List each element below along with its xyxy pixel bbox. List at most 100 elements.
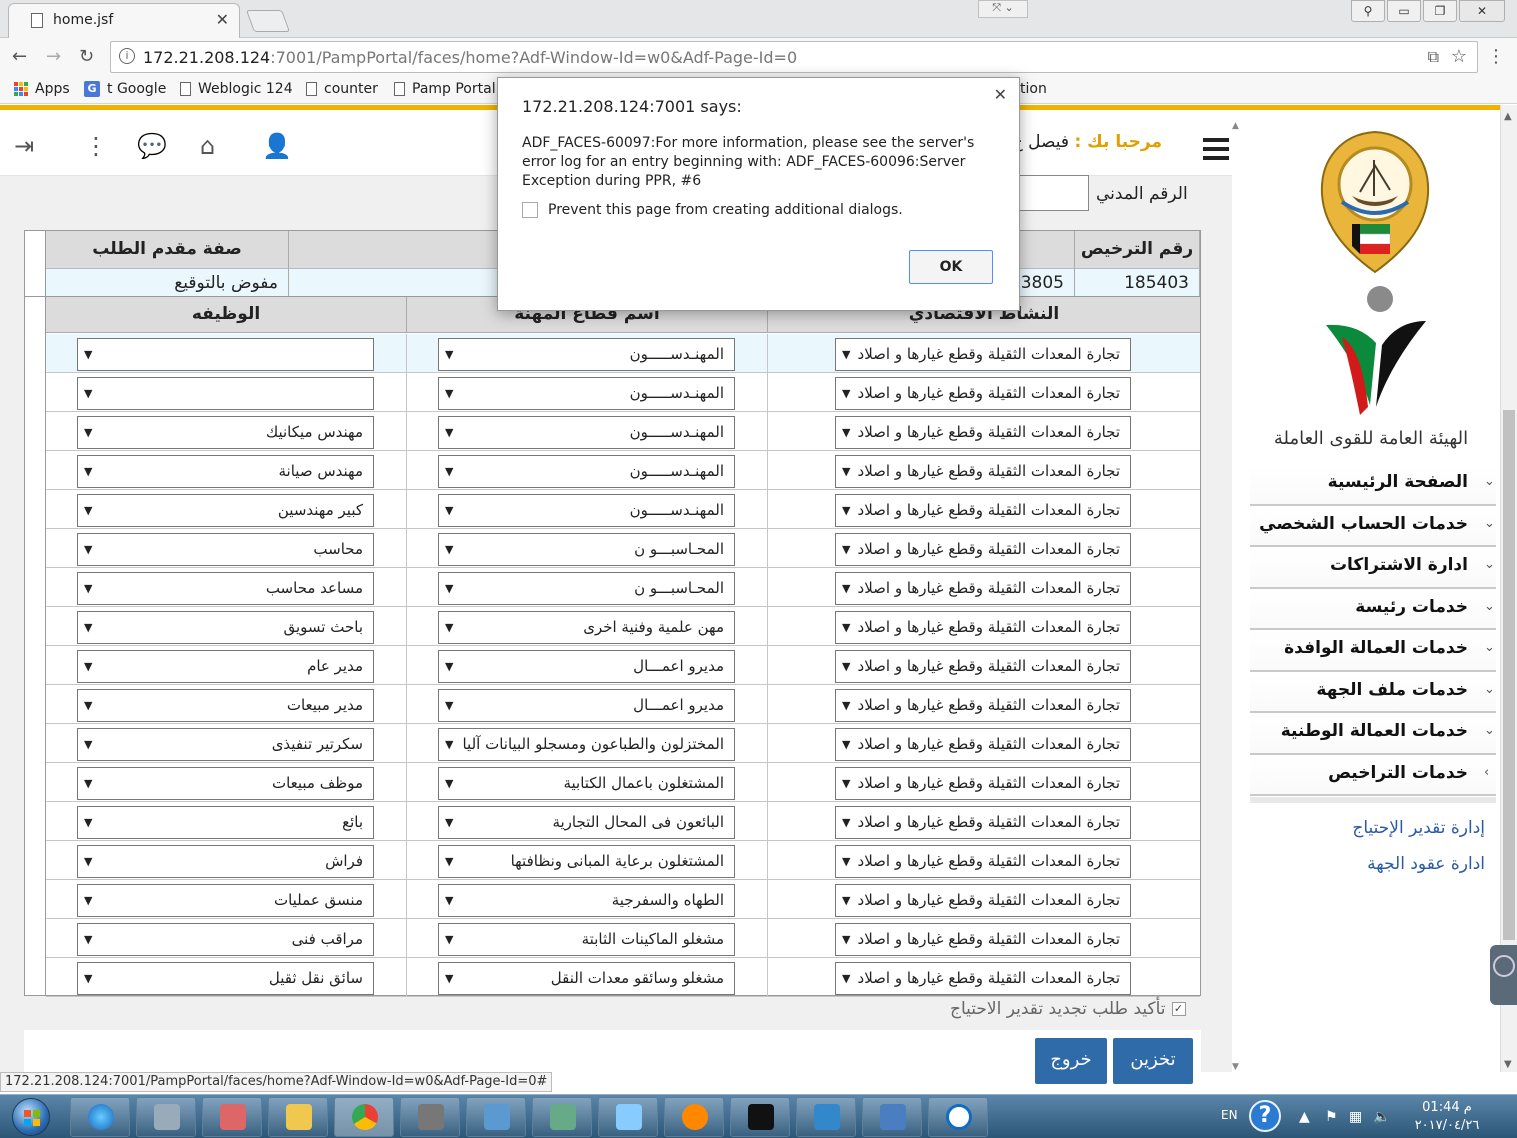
dropdown-arrow-icon[interactable]: ▼ xyxy=(445,378,453,409)
minimize-button[interactable]: ▭ xyxy=(1387,0,1421,22)
job-dropdown[interactable]: مدير مبيعات ▼ xyxy=(77,689,374,722)
dropdown-arrow-icon[interactable]: ▼ xyxy=(84,963,92,994)
taskbar-app-cmd[interactable] xyxy=(730,1097,790,1137)
taskbar-app-snipping[interactable] xyxy=(202,1097,262,1137)
activity-dropdown[interactable]: تجارة المعدات الثقيلة وقطع غيارها و اصلا… xyxy=(835,455,1131,488)
bookmark-pamp-portal[interactable]: Pamp Portal xyxy=(394,81,496,97)
exit-button[interactable]: خروج xyxy=(1035,1038,1107,1084)
close-tab-icon[interactable]: ✕ xyxy=(216,10,229,29)
sector-dropdown[interactable]: مديرو اعمـــال ▼ xyxy=(438,689,735,722)
table-row[interactable]: مراقب فنى ▼ مشغلو الماكينات الثابتة ▼ تجارة … xyxy=(46,919,1200,958)
translate-icon[interactable]: ⧉ xyxy=(1428,47,1439,67)
bookmark-counter[interactable]: counter xyxy=(306,81,378,97)
job-dropdown[interactable]: منسق عمليات ▼ xyxy=(77,884,374,917)
job-dropdown[interactable]: سكرتير تنفيذى ▼ xyxy=(77,728,374,761)
activity-dropdown[interactable]: تجارة المعدات الثقيلة وقطع غيارها و اصلا… xyxy=(835,377,1131,410)
save-button[interactable]: تخزين xyxy=(1113,1038,1193,1084)
dropdown-arrow-icon[interactable]: ▼ xyxy=(84,846,92,877)
sector-dropdown[interactable]: المهنـدســـــون ▼ xyxy=(438,416,735,449)
taskbar-app-image[interactable] xyxy=(466,1097,526,1137)
taskbar-app-network[interactable] xyxy=(796,1097,856,1137)
activity-dropdown[interactable]: تجارة المعدات الثقيلة وقطع غيارها و اصلا… xyxy=(835,962,1131,995)
sidebar-item-6[interactable]: خدمات العمالة الوطنية ⌄ xyxy=(1250,713,1496,755)
logout-icon[interactable]: ⇥ xyxy=(14,132,34,160)
scroll-down-icon[interactable]: ▼ xyxy=(1232,1062,1239,1072)
table-row[interactable]: منسق عمليات ▼ الطهاه والسفرجية ▼ تجارة المعد… xyxy=(46,880,1200,919)
confirm-renewal[interactable]: ✓ تأكيد طلب تجديد تقدير الاحتياج xyxy=(950,999,1186,1019)
dropdown-arrow-icon[interactable]: ▼ xyxy=(445,924,453,955)
table-row[interactable]: مهندس ميكانيك ▼ المهنـدســـــون ▼ تجارة المع… xyxy=(46,412,1200,451)
table-row[interactable]: ▼ المهنـدســـــون ▼ تجارة المعدات الثقيلة و… xyxy=(46,334,1200,373)
table-row[interactable]: كبير مهندسين ▼ المهنـدســـــون ▼ تجارة المعد… xyxy=(46,490,1200,529)
dropdown-arrow-icon[interactable]: ▼ xyxy=(445,729,453,760)
sidebar-item-3[interactable]: خدمات رئيسة ⌄ xyxy=(1250,588,1496,630)
activity-dropdown[interactable]: تجارة المعدات الثقيلة وقطع غيارها و اصلا… xyxy=(835,494,1131,527)
reload-icon[interactable]: ↻ xyxy=(79,46,94,67)
dropdown-arrow-icon[interactable]: ▼ xyxy=(445,846,453,877)
volume-icon[interactable]: 🔈 xyxy=(1373,1109,1390,1125)
dropdown-arrow-icon[interactable]: ▼ xyxy=(842,339,850,370)
browser-menu-icon[interactable]: ⋮ xyxy=(1487,46,1505,67)
dropdown-arrow-icon[interactable]: ▼ xyxy=(445,534,453,565)
dropdown-arrow-icon[interactable]: ▼ xyxy=(445,456,453,487)
taskbar-app-teamviewer[interactable] xyxy=(928,1097,988,1137)
more-options-icon[interactable]: ⋮ xyxy=(84,132,108,160)
back-icon[interactable]: ← xyxy=(12,46,27,67)
sidebar-link-needs-assessment[interactable]: إدارة تقدير الإحتياج xyxy=(1352,818,1485,838)
taskbar-app-notepad[interactable] xyxy=(598,1097,658,1137)
prevent-dialogs-option[interactable]: Prevent this page from creating addition… xyxy=(522,202,903,218)
scroll-down-icon[interactable]: ▼ xyxy=(1504,1059,1512,1070)
table-row[interactable]: سكرتير تنفيذى ▼ المختزلون والطباعون ومسجلو… xyxy=(46,724,1200,763)
sidebar-item-4[interactable]: خدمات العمالة الوافدة ⌄ xyxy=(1250,630,1496,672)
table-row[interactable]: محاسب ▼ المحـاسبـــو ن ▼ تجارة المعدات الثقي… xyxy=(46,529,1200,568)
taskbar-app-database[interactable] xyxy=(136,1097,196,1137)
confirm-checkbox[interactable]: ✓ xyxy=(1171,1002,1186,1016)
prevent-dialogs-checkbox[interactable] xyxy=(522,202,538,218)
sector-dropdown[interactable]: المهنـدســـــون ▼ xyxy=(438,338,735,371)
dropdown-arrow-icon[interactable]: ▼ xyxy=(842,924,850,955)
job-dropdown[interactable]: محاسب ▼ xyxy=(77,533,374,566)
language-indicator[interactable]: EN xyxy=(1221,1108,1238,1122)
activity-dropdown[interactable]: تجارة المعدات الثقيلة وقطع غيارها و اصلا… xyxy=(835,533,1131,566)
sidebar-item-2[interactable]: ادارة الاشتراكات ⌄ xyxy=(1250,547,1496,589)
bookmark-partial[interactable]: tion xyxy=(1020,81,1047,97)
sidebar-item-1[interactable]: خدمات الحساب الشخصي ⌄ xyxy=(1250,505,1496,547)
activity-dropdown[interactable]: تجارة المعدات الثقيلة وقطع غيارها و اصلا… xyxy=(835,416,1131,449)
table-row[interactable]: ▼ المهنـدســـــون ▼ تجارة المعدات الثقيلة و… xyxy=(46,373,1200,412)
activity-dropdown[interactable]: تجارة المعدات الثقيلة وقطع غيارها و اصلا… xyxy=(835,845,1131,878)
dropdown-arrow-icon[interactable]: ▼ xyxy=(84,807,92,838)
taskbar-chrome[interactable] xyxy=(334,1097,394,1137)
activity-dropdown[interactable]: تجارة المعدات الثقيلة وقطع غيارها و اصلا… xyxy=(835,572,1131,605)
bookmark-google[interactable]: G t Google xyxy=(84,81,166,97)
bookmark-weblogic[interactable]: Weblogic 124 xyxy=(180,81,293,97)
sidebar-item-0[interactable]: الصفحة الرئيسية ⌄ xyxy=(1250,464,1496,506)
dropdown-arrow-icon[interactable]: ▼ xyxy=(445,885,453,916)
dropdown-arrow-icon[interactable]: ▼ xyxy=(842,495,850,526)
sector-dropdown[interactable]: المحـاسبـــو ن ▼ xyxy=(438,572,735,605)
browser-tab[interactable]: home.jsf ✕ xyxy=(8,3,240,38)
job-dropdown[interactable]: فراش ▼ xyxy=(77,845,374,878)
sector-dropdown[interactable]: الطهاه والسفرجية ▼ xyxy=(438,884,735,917)
dropdown-arrow-icon[interactable]: ▼ xyxy=(445,690,453,721)
job-dropdown[interactable]: باحث تسويق ▼ xyxy=(77,611,374,644)
table-row[interactable]: فراش ▼ المشتغلون برعاية المبانى ونظافتها ▼ ت… xyxy=(46,841,1200,880)
taskbar-app-media[interactable] xyxy=(664,1097,724,1137)
dropdown-arrow-icon[interactable]: ▼ xyxy=(445,339,453,370)
dropdown-arrow-icon[interactable]: ▼ xyxy=(445,417,453,448)
dropdown-arrow-icon[interactable]: ▼ xyxy=(84,924,92,955)
sector-dropdown[interactable]: المهنـدســـــون ▼ xyxy=(438,455,735,488)
forward-icon[interactable]: → xyxy=(46,46,61,67)
dropdown-arrow-icon[interactable]: ▼ xyxy=(84,417,92,448)
sector-dropdown[interactable]: مشغلو الماكينات الثابتة ▼ xyxy=(438,923,735,956)
bookmark-apps[interactable]: Apps xyxy=(14,81,70,97)
dropdown-arrow-icon[interactable]: ▼ xyxy=(445,963,453,994)
dropdown-arrow-icon[interactable]: ▼ xyxy=(842,378,850,409)
dropdown-arrow-icon[interactable]: ▼ xyxy=(842,534,850,565)
restore-button[interactable]: ❐ xyxy=(1423,0,1457,22)
sector-dropdown[interactable]: مشغلو وسائقو معدات النقل ▼ xyxy=(438,962,735,995)
table-row[interactable]: بائع ▼ البائعون فى المحال التجارية ▼ تجارة ا… xyxy=(46,802,1200,841)
sector-dropdown[interactable]: المختزلون والطباعون ومسجلو البيانات آليا… xyxy=(438,728,735,761)
table-row[interactable]: مساعد محاسب ▼ المحـاسبـــو ن ▼ تجارة المعدات… xyxy=(46,568,1200,607)
activity-dropdown[interactable]: تجارة المعدات الثقيلة وقطع غيارها و اصلا… xyxy=(835,650,1131,683)
dropdown-arrow-icon[interactable]: ▼ xyxy=(445,768,453,799)
